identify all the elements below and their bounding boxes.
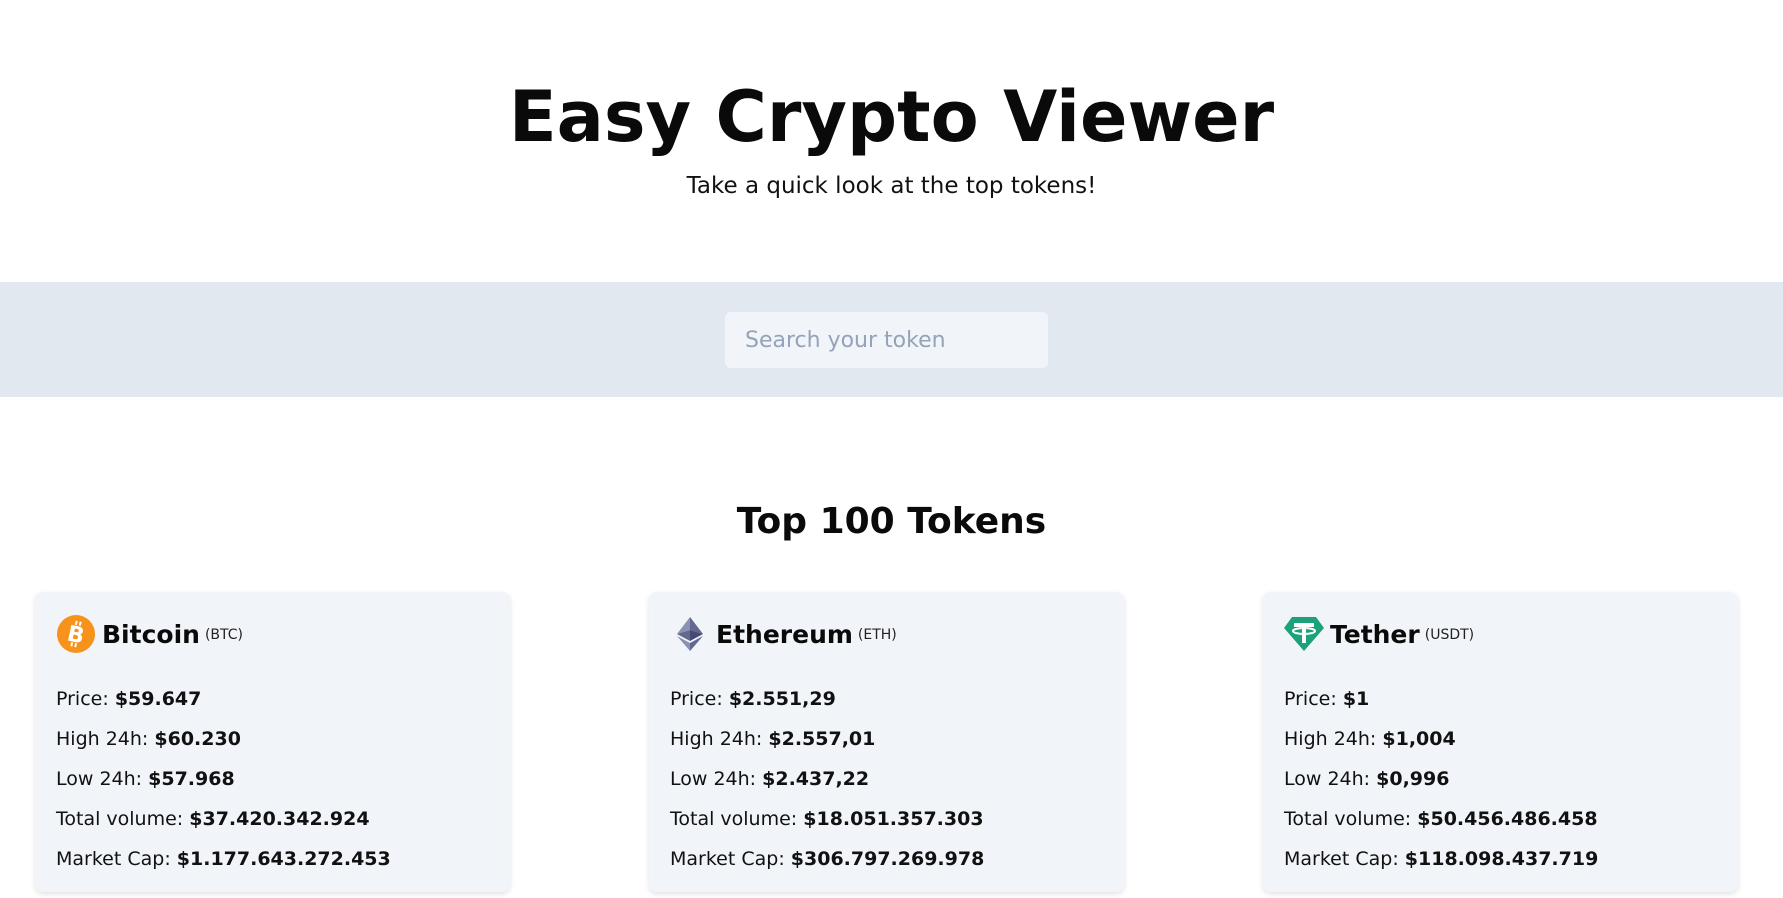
app-title: Easy Crypto Viewer — [508, 76, 1275, 158]
token-name: Bitcoin — [102, 619, 200, 649]
page-header: Easy Crypto Viewer Take a quick look at … — [0, 0, 1783, 282]
total-volume-row: Total volume: $50.456.486.458 — [1284, 799, 1717, 839]
high-24h-value: $2.557,01 — [768, 728, 876, 750]
low-24h-label: Low 24h: — [56, 768, 143, 790]
total-volume-row: Total volume: $37.420.342.924 — [56, 799, 489, 839]
token-symbol: (USDT) — [1424, 627, 1475, 643]
price-value: $2.551,29 — [728, 688, 836, 710]
low-24h-row: Low 24h: $0,996 — [1284, 759, 1717, 799]
token-stats: Price: $1 High 24h: $1,004 Low 24h: $0,9… — [1284, 679, 1717, 879]
card-header: Tether (USDT) — [1284, 614, 1717, 654]
market-cap-value: $118.098.437.719 — [1404, 848, 1599, 870]
search-input[interactable] — [725, 312, 1048, 368]
high-24h-label: High 24h: — [1284, 728, 1377, 750]
market-cap-value: $306.797.269.978 — [790, 848, 985, 870]
market-cap-label: Market Cap: — [1284, 848, 1399, 870]
page: Easy Crypto Viewer Take a quick look at … — [0, 0, 1783, 898]
price-value: $1 — [1342, 688, 1370, 710]
total-volume-row: Total volume: $18.051.357.303 — [670, 799, 1103, 839]
price-label: Price: — [670, 688, 723, 710]
total-volume-value: $50.456.486.458 — [1417, 808, 1598, 830]
tether-icon — [1284, 614, 1324, 654]
low-24h-label: Low 24h: — [670, 768, 757, 790]
low-24h-label: Low 24h: — [1284, 768, 1371, 790]
card-header: Ethereum (ETH) — [670, 614, 1103, 654]
price-row: Price: $2.551,29 — [670, 679, 1103, 719]
token-stats: Price: $59.647 High 24h: $60.230 Low 24h… — [56, 679, 489, 879]
token-card-ethereum[interactable]: Ethereum (ETH) Price: $2.551,29 High 24h… — [649, 592, 1124, 892]
bitcoin-icon: B — [56, 614, 96, 654]
price-row: Price: $1 — [1284, 679, 1717, 719]
price-value: $59.647 — [114, 688, 202, 710]
token-name: Ethereum — [716, 619, 853, 649]
market-cap-label: Market Cap: — [670, 848, 785, 870]
token-card-tether[interactable]: Tether (USDT) Price: $1 High 24h: $1,004… — [1263, 592, 1738, 892]
section-title: Top 100 Tokens — [736, 501, 1047, 542]
price-row: Price: $59.647 — [56, 679, 489, 719]
low-24h-row: Low 24h: $57.968 — [56, 759, 489, 799]
high-24h-row: High 24h: $2.557,01 — [670, 719, 1103, 759]
high-24h-label: High 24h: — [56, 728, 149, 750]
total-volume-value: $37.420.342.924 — [189, 808, 370, 830]
token-symbol: (BTC) — [204, 627, 243, 643]
market-cap-row: Market Cap: $306.797.269.978 — [670, 839, 1103, 879]
low-24h-value: $2.437,22 — [762, 768, 870, 790]
market-cap-value: $1.177.643.272.453 — [176, 848, 391, 870]
token-name: Tether — [1330, 619, 1420, 649]
high-24h-value: $60.230 — [154, 728, 241, 750]
total-volume-label: Total volume: — [670, 808, 798, 830]
high-24h-value: $1,004 — [1382, 728, 1456, 750]
token-card-bitcoin[interactable]: B Bitcoin (BTC) Price: $59.647 High 24h:… — [35, 592, 510, 892]
total-volume-label: Total volume: — [56, 808, 184, 830]
total-volume-label: Total volume: — [1284, 808, 1412, 830]
card-header: B Bitcoin (BTC) — [56, 614, 489, 654]
token-stats: Price: $2.551,29 High 24h: $2.557,01 Low… — [670, 679, 1103, 879]
low-24h-row: Low 24h: $2.437,22 — [670, 759, 1103, 799]
market-cap-row: Market Cap: $118.098.437.719 — [1284, 839, 1717, 879]
high-24h-row: High 24h: $1,004 — [1284, 719, 1717, 759]
high-24h-label: High 24h: — [670, 728, 763, 750]
high-24h-row: High 24h: $60.230 — [56, 719, 489, 759]
app-subtitle: Take a quick look at the top tokens! — [686, 173, 1097, 199]
low-24h-value: $57.968 — [148, 768, 235, 790]
token-symbol: (ETH) — [857, 627, 897, 643]
price-label: Price: — [1284, 688, 1337, 710]
low-24h-value: $0,996 — [1376, 768, 1450, 790]
market-cap-label: Market Cap: — [56, 848, 171, 870]
total-volume-value: $18.051.357.303 — [803, 808, 984, 830]
search-bar-section — [0, 282, 1783, 397]
market-cap-row: Market Cap: $1.177.643.272.453 — [56, 839, 489, 879]
ethereum-icon — [670, 614, 710, 654]
price-label: Price: — [56, 688, 109, 710]
